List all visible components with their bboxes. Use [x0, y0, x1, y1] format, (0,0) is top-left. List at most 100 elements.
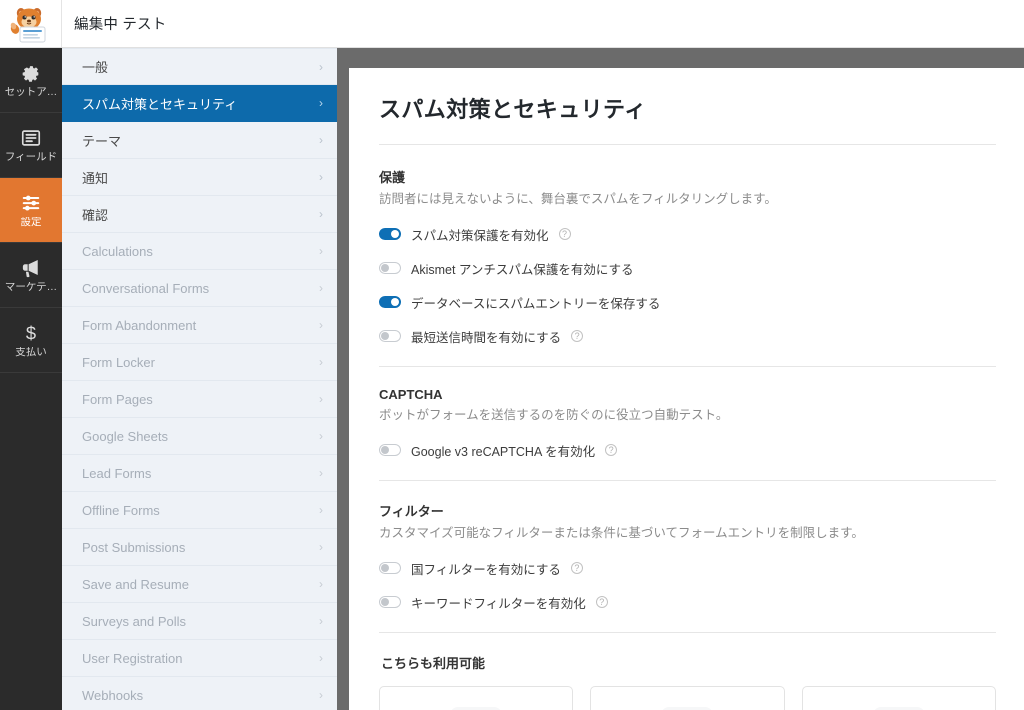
- sidebar-item-label: Conversational Forms: [82, 280, 210, 296]
- chevron-right-icon: ›: [319, 540, 323, 554]
- sidebar-item-label: Form Abandonment: [82, 317, 197, 333]
- content-top-strip: [337, 48, 1024, 68]
- sidebar-item-label: Form Locker: [82, 354, 155, 370]
- rail-item-fields[interactable]: フィールド: [0, 113, 62, 178]
- toggle-switch[interactable]: [379, 296, 401, 309]
- help-icon[interactable]: ?: [558, 228, 571, 241]
- rail-label-settings: 設定: [20, 216, 42, 228]
- section-description: カスタマイズ可能なフィルターまたは条件に基づいてフォームエントリを制限します。: [379, 526, 864, 541]
- toggle-switch[interactable]: [379, 262, 401, 275]
- rail-item-setup[interactable]: セットア…: [0, 48, 62, 113]
- dollar-icon: $: [26, 322, 36, 343]
- sidebar-item-notifications[interactable]: 通知 ›: [62, 159, 337, 196]
- chevron-right-icon: ›: [319, 244, 323, 258]
- addon-card-hcaptcha[interactable]: hCaptcha ビジュアル CAPTCHA を表示する、プライバシーを重視した…: [590, 686, 785, 710]
- setting-minimum-submit-time[interactable]: 最短送信時間を有効にする ?: [379, 324, 996, 348]
- sidebar-item-form-abandonment[interactable]: Form Abandonment ›: [62, 307, 337, 344]
- sidebar-item-confirmations[interactable]: 確認 ›: [62, 196, 337, 233]
- toggle-switch[interactable]: [379, 562, 401, 575]
- section-divider: [379, 366, 996, 368]
- chevron-right-icon: ›: [319, 170, 323, 184]
- chevron-right-icon: ›: [319, 355, 323, 369]
- sidebar-item-label: Post Submissions: [82, 539, 186, 555]
- sidebar-item-spam-protection[interactable]: スパム対策とセキュリティ ›: [62, 85, 337, 122]
- toggle-switch[interactable]: [379, 596, 401, 609]
- rail-item-settings[interactable]: 設定: [0, 178, 62, 243]
- chevron-right-icon: ›: [319, 318, 323, 332]
- chevron-right-icon: ›: [319, 614, 323, 628]
- section-filters: フィルター カスタマイズ可能なフィルターまたは条件に基づいてフォームエントリを制…: [379, 501, 996, 614]
- toggle-label: Google v3 reCAPTCHA を有効化: [411, 444, 596, 459]
- help-icon[interactable]: ?: [570, 562, 583, 575]
- toggle-label: 国フィルターを有効にする: [411, 562, 561, 577]
- gear-icon: [22, 65, 39, 82]
- sidebar-item-label: 確認: [82, 207, 109, 223]
- sidebar-item-label: Save and Resume: [82, 576, 189, 592]
- toggle-label: データベースにスパムエントリーを保存する: [411, 296, 661, 311]
- help-icon[interactable]: ?: [595, 596, 608, 609]
- setting-country-filter[interactable]: 国フィルターを有効にする ?: [379, 556, 996, 580]
- toggle-switch[interactable]: [379, 444, 401, 457]
- chevron-right-icon: ›: [319, 207, 323, 221]
- section-title: CAPTCHA: [379, 387, 443, 403]
- builder-icon-rail: セットア… フィールド 設定 マーケテ… $ 支払い: [0, 48, 62, 710]
- sidebar-item-label: Offline Forms: [82, 502, 160, 518]
- sidebar-item-conversational-forms[interactable]: Conversational Forms ›: [62, 270, 337, 307]
- setting-store-spam-entries[interactable]: データベースにスパムエントリーを保存する: [379, 290, 996, 314]
- chevron-right-icon: ›: [319, 429, 323, 443]
- rail-label-payments: 支払い: [15, 346, 47, 358]
- chevron-right-icon: ›: [319, 577, 323, 591]
- sidebar-item-user-registration[interactable]: User Registration ›: [62, 640, 337, 677]
- setting-keyword-filter[interactable]: キーワードフィルターを有効化 ?: [379, 590, 996, 614]
- sidebar-item-save-and-resume[interactable]: Save and Resume ›: [62, 566, 337, 603]
- help-icon[interactable]: ?: [571, 330, 584, 343]
- sidebar-item-general[interactable]: 一般 ›: [62, 48, 337, 85]
- page-title: スパム対策とセキュリティ: [379, 97, 647, 122]
- section-also-available: こちらも利用可能: [379, 653, 996, 710]
- addon-card-cloudflare-turnstile[interactable]: Cloudflare Turnstile データプライバシーを保護する CAPT…: [801, 686, 996, 710]
- sidebar-item-label: User Registration: [82, 650, 183, 666]
- settings-sidebar: 一般 › スパム対策とセキュリティ › テーマ › 通知 › 確認 › Calc…: [62, 48, 337, 710]
- sidebar-scroll-gutter[interactable]: [337, 68, 349, 710]
- section-captcha: CAPTCHA ボットがフォームを送信するのを防ぐのに役立つ自動テスト。 Goo…: [379, 387, 996, 462]
- help-icon[interactable]: ?: [605, 444, 618, 457]
- rail-item-payments[interactable]: $ 支払い: [0, 308, 62, 373]
- svg-text:$: $: [26, 322, 36, 343]
- rail-label-fields: フィールド: [4, 151, 58, 163]
- sidebar-item-calculations[interactable]: Calculations ›: [62, 233, 337, 270]
- toggle-label: Akismet アンチスパム保護を有効にする: [411, 262, 634, 277]
- setting-enable-antispam[interactable]: スパム対策保護を有効化 ?: [379, 222, 996, 246]
- sidebar-item-label: Webhooks: [82, 687, 144, 703]
- section-title: 保護: [379, 170, 406, 185]
- sidebar-item-form-locker[interactable]: Form Locker ›: [62, 344, 337, 381]
- chevron-right-icon: ›: [319, 59, 323, 74]
- sidebar-item-form-pages[interactable]: Form Pages ›: [62, 381, 337, 418]
- sidebar-item-offline-forms[interactable]: Offline Forms ›: [62, 492, 337, 529]
- sidebar-item-post-submissions[interactable]: Post Submissions ›: [62, 529, 337, 566]
- sidebar-item-lead-forms[interactable]: Lead Forms ›: [62, 455, 337, 492]
- addon-card-custom-captcha[interactable]: カスタム CAPTCHA カスタムの質問をするか、訪問者にランダムな数学パズルに…: [379, 686, 574, 710]
- rail-label-marketing: マーケテ…: [4, 282, 58, 294]
- sidebar-item-label: 一般: [82, 60, 109, 75]
- setting-akismet[interactable]: Akismet アンチスパム保護を有効にする: [379, 256, 996, 280]
- wpforms-builder-window: 編集中 テスト セットア… フィールド 設定 マーケテ… $ 支払い 一般 › …: [0, 0, 1024, 710]
- sidebar-item-theme[interactable]: テーマ ›: [62, 122, 337, 159]
- sidebar-item-surveys-and-polls[interactable]: Surveys and Polls ›: [62, 603, 337, 640]
- sidebar-item-google-sheets[interactable]: Google Sheets ›: [62, 418, 337, 455]
- sidebar-item-webhooks[interactable]: Webhooks ›: [62, 677, 337, 710]
- toggle-switch[interactable]: [379, 330, 401, 343]
- setting-recaptcha-v3[interactable]: Google v3 reCAPTCHA を有効化 ?: [379, 438, 996, 462]
- sidebar-item-label: テーマ: [82, 133, 122, 149]
- section-description: 訪問者には見えないように、舞台裏でスパムをフィルタリングします。: [379, 192, 777, 206]
- title-divider: [379, 144, 996, 145]
- fields-list-icon: [21, 130, 41, 146]
- toggle-switch[interactable]: [379, 228, 401, 241]
- chevron-right-icon: ›: [319, 651, 323, 665]
- app-logo[interactable]: [0, 0, 62, 47]
- sidebar-item-label: 通知: [82, 170, 109, 186]
- rail-item-marketing[interactable]: マーケテ…: [0, 243, 62, 308]
- section-divider: [379, 632, 996, 634]
- sidebar-item-label: Lead Forms: [82, 465, 152, 481]
- section-description: ボットがフォームを送信するのを防ぐのに役立つ自動テスト。: [379, 408, 729, 423]
- megaphone-icon: [22, 260, 38, 278]
